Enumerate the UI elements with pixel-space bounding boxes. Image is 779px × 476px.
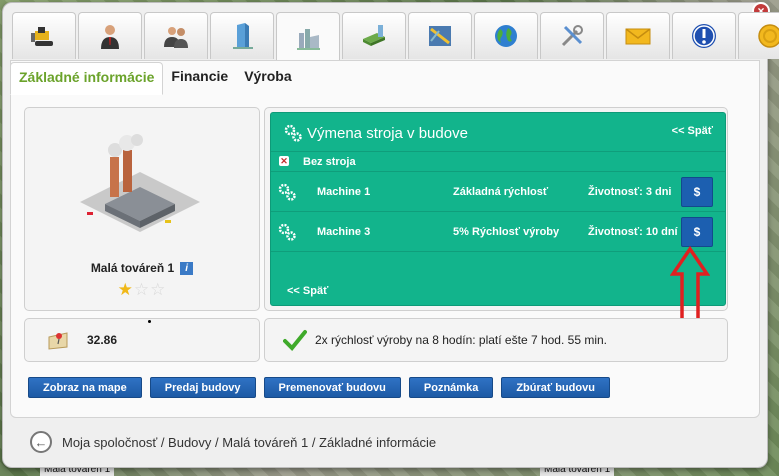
machine-lifetime: Životnosť: 3 dni	[588, 186, 672, 198]
tab-bulldozer[interactable]	[12, 12, 76, 59]
gears-icon	[284, 124, 302, 142]
people-icon	[164, 27, 188, 48]
tab-office-buildings[interactable]	[210, 12, 274, 59]
back-link-bottom[interactable]: << Späť	[287, 285, 328, 297]
demolish-building-button[interactable]: Zbúrať budovu	[501, 377, 610, 398]
factory-building-image	[80, 134, 200, 232]
rename-building-button[interactable]: Premenovať budovu	[263, 377, 401, 398]
tab-messages[interactable]	[606, 12, 670, 59]
building-rating: ★☆☆	[25, 280, 259, 300]
money-stack-icon	[363, 25, 385, 46]
tab-company-director[interactable]	[78, 12, 142, 59]
businessman-icon	[101, 25, 119, 49]
dot-marker	[148, 320, 151, 323]
checkmark-icon	[283, 330, 307, 351]
tab-finance[interactable]	[342, 12, 406, 59]
breadcrumb: Moja spoločnosť / Budovy / Malá továreň …	[62, 434, 437, 450]
tab-employees[interactable]	[144, 12, 208, 59]
buy-machine-button[interactable]: $	[681, 177, 713, 207]
globe-icon	[495, 25, 517, 47]
machine-speed: Základná rýchlosť	[453, 186, 549, 198]
show-on-map-button[interactable]: Zobraz na mape	[28, 377, 142, 398]
production-boost-card: 2x rýchlosť výroby na 8 hodín: platí ešt…	[264, 318, 728, 362]
map-icon	[429, 26, 451, 46]
gears-icon	[278, 223, 296, 241]
no-machine-row[interactable]: ✕ Bez stroja	[271, 151, 725, 172]
machine-name: Machine 1	[317, 186, 371, 198]
tab-finance-sub[interactable]: Financie	[163, 62, 236, 95]
building-name: Malá továreň 1i	[25, 261, 259, 276]
star-empty-icon: ☆☆	[133, 280, 167, 299]
remove-icon: ✕	[279, 156, 289, 166]
office-building-icon	[233, 23, 253, 49]
machine-speed: 5% Rýchlosť výroby	[453, 226, 560, 238]
machine-lifetime: Životnosť: 10 dní	[588, 226, 678, 238]
machine-name: Machine 3	[317, 226, 371, 238]
factory-icon	[297, 28, 320, 50]
breadcrumb-bar: ← Moja spoločnosť / Budovy / Malá továre…	[10, 422, 758, 462]
no-machine-label: Bez stroja	[303, 156, 356, 168]
panel-title: Výmena stroja v budove	[307, 124, 468, 142]
boost-text: 2x rýchlosť výroby na 8 hodín: platí ešt…	[315, 333, 607, 347]
building-card: Malá továreň 1i ★☆☆	[24, 107, 260, 311]
machine-row: Machine 1 Základná rýchlosť Životnosť: 3…	[271, 171, 725, 212]
building-value: 32.86	[87, 333, 118, 347]
tab-factories[interactable]	[276, 12, 340, 62]
red-arrow-annotation	[670, 246, 710, 324]
tab-map[interactable]	[408, 12, 472, 59]
back-link-top[interactable]: << Späť	[672, 125, 713, 137]
sell-building-button[interactable]: Predaj budovy	[149, 377, 256, 398]
back-arrow-icon[interactable]: ←	[30, 431, 52, 453]
building-value-card: 32.86	[24, 318, 260, 362]
tab-credits[interactable]	[738, 12, 779, 59]
subtab-bar: Základné informácie Financie Výroba	[10, 62, 300, 95]
tab-notifications[interactable]	[672, 12, 736, 59]
tab-basic-info[interactable]: Základné informácie	[10, 62, 164, 95]
tab-world[interactable]	[474, 12, 538, 59]
divider	[271, 251, 725, 252]
buy-machine-button[interactable]: $	[681, 217, 713, 247]
note-button[interactable]: Poznámka	[408, 377, 494, 398]
main-toolbar	[12, 12, 779, 62]
alert-icon	[692, 24, 716, 48]
mail-icon	[625, 28, 651, 45]
action-buttons: Zobraz na mape Predaj budovy Premenovať …	[28, 377, 618, 398]
info-icon[interactable]: i	[180, 262, 194, 276]
bulldozer-icon	[31, 27, 53, 46]
tab-settings[interactable]	[540, 12, 604, 59]
gears-icon	[278, 183, 296, 201]
coin-icon	[758, 24, 779, 48]
tools-icon	[561, 25, 583, 47]
map-pin-icon	[48, 332, 68, 350]
tab-production[interactable]: Výroba	[236, 62, 299, 95]
machine-row: Machine 3 5% Rýchlosť výroby Životnosť: …	[271, 211, 725, 252]
machine-replacement-panel: Výmena stroja v budove << Späť ✕ Bez str…	[270, 112, 726, 306]
star-full-icon: ★	[117, 280, 134, 299]
panel-header: Výmena stroja v budove	[283, 123, 468, 143]
